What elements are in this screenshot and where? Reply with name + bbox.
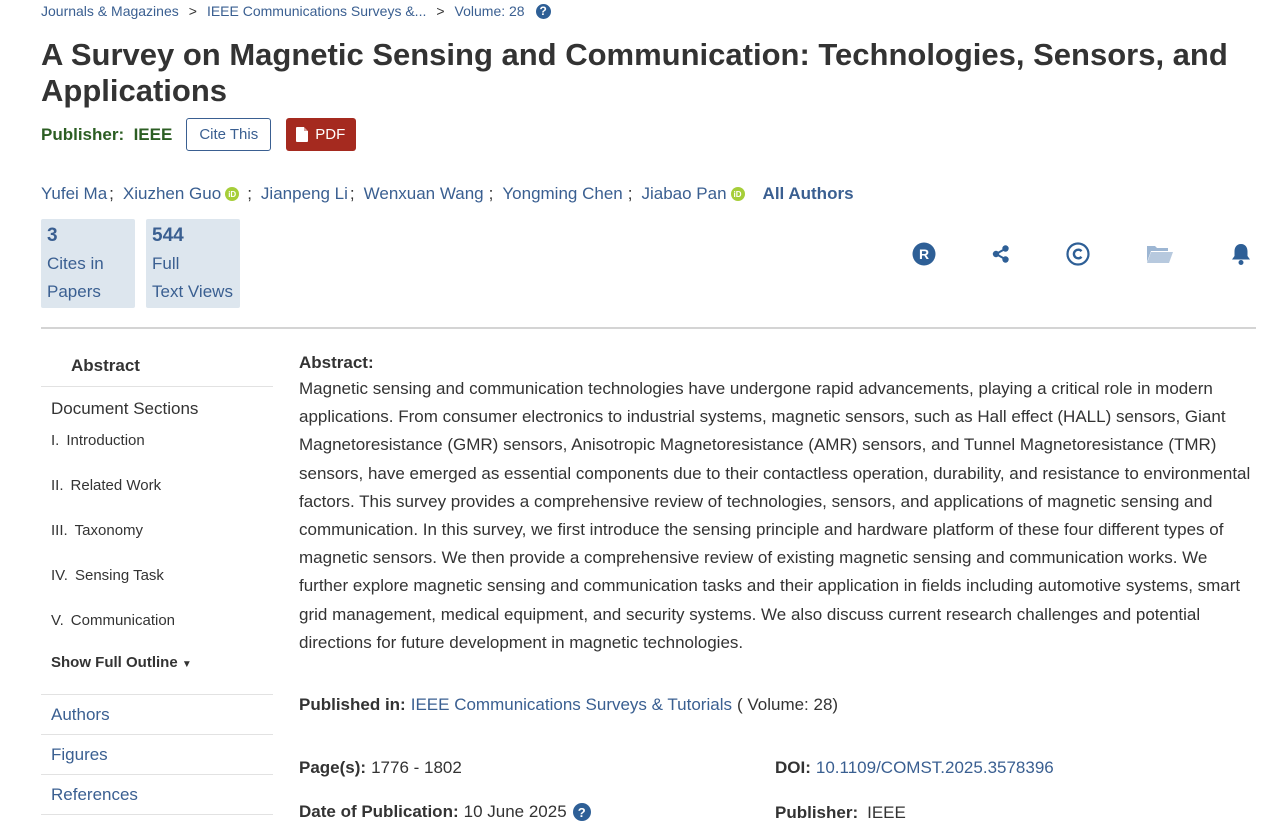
pages-value: 1776 - 1802	[371, 758, 462, 777]
all-authors-link[interactable]: All Authors	[763, 184, 854, 204]
section-label: Taxonomy	[74, 522, 144, 539]
sidebar-document-sections-heading: Document Sections	[51, 399, 199, 418]
volume-text: ( Volume: 28)	[736, 695, 839, 714]
author-link[interactable]: Wenxuan Wang	[364, 184, 484, 204]
sidebar-item-references[interactable]: References	[41, 774, 273, 815]
document-sidebar: Abstract Document Sections I. Introductio…	[41, 346, 273, 815]
abstract-heading: Abstract:	[299, 353, 374, 372]
published-in-label: Published in:	[299, 695, 406, 714]
sidebar-section-sensing-task[interactable]: IV. Sensing Task	[41, 566, 273, 611]
section-divider	[41, 327, 1256, 329]
metric-cites[interactable]: 3 Cites in Papers	[41, 219, 135, 308]
metric-views[interactable]: 544 Full Text Views	[146, 219, 240, 308]
section-number: I.	[51, 432, 60, 449]
sidebar-item-abstract[interactable]: Abstract	[41, 346, 273, 387]
help-icon[interactable]: ?	[535, 3, 551, 19]
abstract-text: Magnetic sensing and communication techn…	[299, 379, 1251, 652]
section-label: Sensing Task	[74, 567, 164, 584]
publisher-detail-label: Publisher:	[775, 803, 859, 822]
svg-text:R: R	[919, 246, 929, 262]
cite-this-button[interactable]: Cite This	[186, 118, 272, 151]
breadcrumb-volume[interactable]: Volume: 28	[455, 3, 525, 19]
metric-cites-label-line2: Papers	[47, 282, 101, 301]
rights-icon[interactable]: R	[911, 241, 937, 267]
author-separator: ;	[488, 184, 494, 203]
breadcrumb-journal-name[interactable]: IEEE Communications Surveys &...	[207, 3, 426, 19]
pdf-file-icon	[296, 127, 309, 142]
sidebar-section-communication[interactable]: V. Communication	[41, 611, 273, 656]
section-label: Related Work	[70, 477, 162, 494]
breadcrumb-separator: >	[188, 3, 197, 19]
copyright-icon[interactable]	[1065, 241, 1091, 267]
breadcrumb-separator: >	[436, 3, 445, 19]
share-icon[interactable]	[988, 241, 1014, 267]
journal-link[interactable]: IEEE Communications Surveys & Tutorials	[411, 695, 732, 715]
author-separator: ;	[247, 184, 252, 203]
breadcrumb: Journals & Magazines > IEEE Communicatio…	[41, 3, 551, 19]
author-link[interactable]: Yufei Ma	[41, 184, 107, 204]
section-label: Communication	[70, 612, 176, 629]
author-link[interactable]: Jianpeng Li	[261, 184, 348, 204]
caret-down-icon: ▼	[181, 659, 192, 670]
orcid-icon[interactable]: iD	[225, 187, 240, 201]
section-number: II.	[51, 477, 64, 494]
breadcrumb-journals[interactable]: Journals & Magazines	[41, 3, 179, 19]
publication-date-value: 10 June 2025	[463, 802, 567, 821]
author-list: Yufei Ma; Xiuzhen Guo iD; Jianpeng Li; We…	[41, 184, 854, 204]
pages-label: Page(s):	[299, 758, 367, 777]
section-number: IV.	[51, 567, 68, 584]
page-title: A Survey on Magnetic Sensing and Communi…	[41, 37, 1228, 108]
metric-views-value: 544	[152, 225, 184, 246]
show-full-outline-button[interactable]: Show Full Outline ▼	[41, 654, 273, 694]
metric-cites-value: 3	[47, 225, 58, 246]
author-link[interactable]: Yongming Chen	[502, 184, 622, 204]
publisher-label: Publisher: IEEE	[41, 124, 173, 144]
pdf-button[interactable]: PDF	[286, 118, 357, 151]
author-link[interactable]: Xiuzhen Guo	[123, 184, 221, 204]
author-link[interactable]: Jiabao Pan	[641, 184, 726, 204]
metric-cites-label-line1: Cites in	[47, 254, 104, 273]
published-in: Published in: IEEE Communications Survey…	[299, 695, 838, 715]
help-icon[interactable]: ?	[572, 803, 591, 821]
section-label: Introduction	[66, 432, 145, 449]
metric-views-label-line1: Full	[152, 254, 180, 273]
pdf-button-label: PDF	[315, 126, 346, 143]
author-separator: ;	[109, 184, 114, 203]
sidebar-section-introduction[interactable]: I. Introduction	[41, 431, 273, 476]
pages-info: Page(s): 1776 - 1802	[299, 758, 462, 778]
section-number: V.	[51, 612, 64, 629]
author-separator: ;	[349, 184, 355, 203]
doi-info: DOI: 10.1109/COMST.2025.3578396	[775, 758, 1054, 778]
doi-label: DOI:	[775, 758, 811, 777]
publication-date-info: Date of Publication: 10 June 2025 ?	[299, 802, 591, 822]
sidebar-section-related-work[interactable]: II. Related Work	[41, 476, 273, 521]
publisher-row: Publisher: IEEE Cite This PDF	[41, 118, 357, 151]
show-full-outline-label: Show Full Outline	[51, 654, 178, 671]
sidebar-item-authors[interactable]: Authors	[41, 694, 273, 734]
orcid-icon[interactable]: iD	[730, 187, 745, 201]
sidebar-item-figures[interactable]: Figures	[41, 734, 273, 774]
author-separator: ;	[627, 184, 633, 203]
folder-icon[interactable]	[1146, 241, 1174, 267]
doi-link[interactable]: 10.1109/COMST.2025.3578396	[816, 758, 1054, 778]
metric-views-label-line2: Text Views	[152, 282, 233, 301]
publisher-info: Publisher: IEEE	[775, 803, 906, 823]
sidebar-section-taxonomy[interactable]: III. Taxonomy	[41, 521, 273, 566]
publication-date-label: Date of Publication:	[299, 802, 459, 821]
bell-icon[interactable]	[1228, 241, 1254, 267]
section-number: III.	[51, 522, 68, 539]
publisher-detail-value: IEEE	[867, 803, 906, 822]
